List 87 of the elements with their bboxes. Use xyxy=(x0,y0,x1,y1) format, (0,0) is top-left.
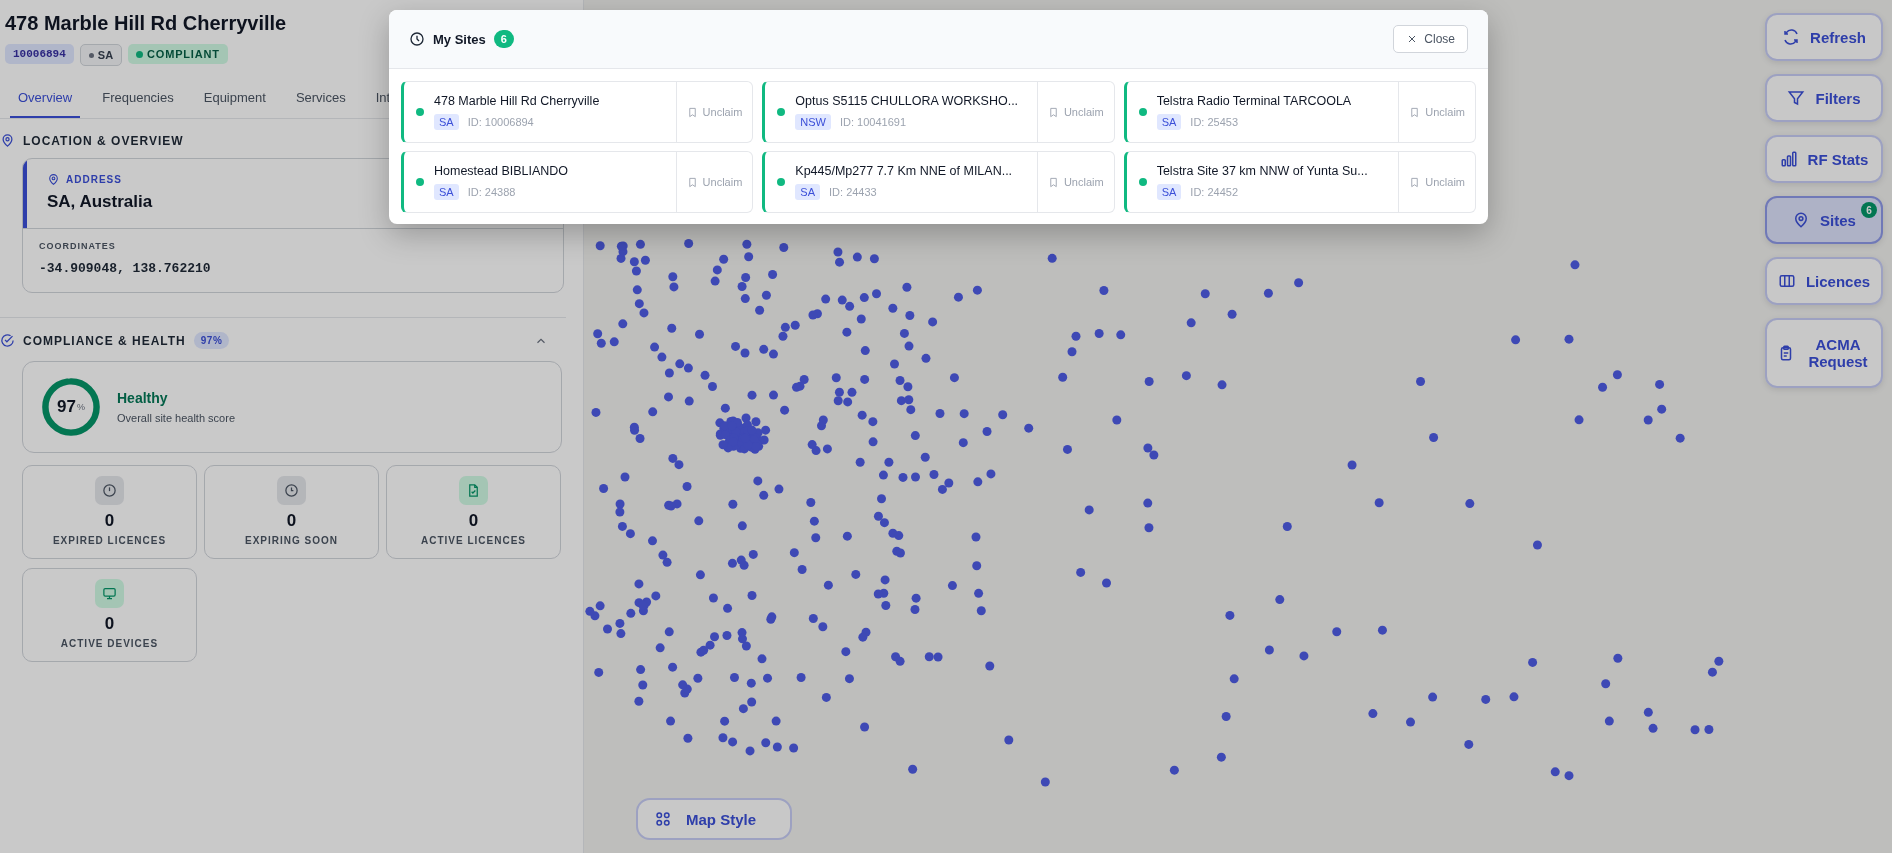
site-name: Telstra Site 37 km NNW of Yunta Su... xyxy=(1156,164,1369,178)
site-name: Kp445/Mp277 7.7 Km NNE of MILAN... xyxy=(795,164,1014,178)
site-name: Telstra Radio Terminal TARCOOLA xyxy=(1156,94,1353,108)
state-badge: NSW xyxy=(795,114,831,130)
stat-label: EXPIRING SOON xyxy=(245,535,338,546)
site-name: Optus S5115 CHULLORA WORKSHO... xyxy=(795,94,1020,108)
bookmark-icon xyxy=(1047,106,1059,118)
refresh-icon xyxy=(1782,28,1801,46)
site-id: ID: 25453 xyxy=(1190,116,1239,128)
stat-value: 0 xyxy=(104,614,115,634)
health-description: Overall site health score xyxy=(117,412,235,424)
status-dot xyxy=(416,108,424,116)
site-name: Homestead BIBLIANDO xyxy=(434,164,570,178)
toolbar-button[interactable]: RF Stats xyxy=(1765,135,1883,183)
tab[interactable]: Frequencies xyxy=(94,80,182,118)
percent-badge: 97% xyxy=(193,332,230,349)
unclaim-button[interactable]: Unclaim xyxy=(1398,82,1475,142)
site-id: ID: 24452 xyxy=(1190,186,1239,198)
bookmark-icon xyxy=(686,106,698,118)
stat-value: 0 xyxy=(104,511,115,531)
state-badge: SA xyxy=(795,184,820,200)
columns-icon xyxy=(1777,272,1796,290)
status-badge: COMPLIANT xyxy=(128,44,228,64)
tab[interactable]: Equipment xyxy=(195,80,274,118)
coordinates-value: -34.909048, 138.762210 xyxy=(39,261,212,276)
section-heading: LOCATION & OVERVIEW xyxy=(23,133,184,148)
state-badge: SA xyxy=(79,44,123,66)
site-id: ID: 10006894 xyxy=(467,116,534,128)
bookmark-icon xyxy=(1409,106,1421,118)
bookmark-icon xyxy=(1409,176,1421,188)
site-card[interactable]: Telstra Radio Terminal TARCOOLA SA ID: 25453 Unclaim xyxy=(1123,81,1476,143)
state-badge: SA xyxy=(434,184,459,200)
unclaim-button[interactable]: Unclaim xyxy=(1036,82,1114,142)
unclaim-button[interactable]: Unclaim xyxy=(675,82,753,142)
count-badge: 6 xyxy=(1861,202,1877,218)
site-card[interactable]: Kp445/Mp277 7.7 Km NNE of MILAN... SA ID: 24433 Unclaim xyxy=(762,151,1115,213)
toolbar-button[interactable]: ACMA Request xyxy=(1765,318,1883,388)
bookmark-icon xyxy=(686,176,698,188)
dialog-title: My Sites xyxy=(433,31,486,47)
stat-value: 0 xyxy=(468,511,479,531)
status-dot xyxy=(416,178,424,186)
toolbar-button[interactable]: Refresh xyxy=(1765,13,1883,61)
location-pin-icon xyxy=(47,173,60,186)
stats-icon xyxy=(1779,150,1798,168)
tab[interactable]: Overview xyxy=(10,80,81,118)
health-status: Healthy xyxy=(117,390,169,406)
address-label: ADDRESS xyxy=(66,174,122,185)
status-dot xyxy=(1138,108,1147,116)
clock-icon xyxy=(409,31,425,47)
map-style-button[interactable]: Map Style xyxy=(636,798,793,840)
grid-icon xyxy=(654,810,672,828)
tab[interactable]: Services xyxy=(287,80,354,118)
toolbar-button[interactable]: Filters xyxy=(1765,74,1883,122)
unclaim-button[interactable]: Unclaim xyxy=(1036,152,1114,212)
filter-icon xyxy=(1787,89,1806,107)
section-heading: COMPLIANCE & HEALTH xyxy=(23,333,186,348)
state-badge: SA xyxy=(434,114,459,130)
coordinates-label: COORDINATES xyxy=(39,241,117,251)
status-dot xyxy=(777,108,786,116)
site-card[interactable]: 478 Marble Hill Rd Cherryville SA ID: 10006894 Unclaim xyxy=(401,81,754,143)
status-dot xyxy=(1138,178,1147,186)
unclaim-button[interactable]: Unclaim xyxy=(675,152,753,212)
site-id-badge: 10006894 xyxy=(5,44,74,64)
state-badge: SA xyxy=(1156,114,1182,130)
site-title: 478 Marble Hill Rd Cherryville xyxy=(5,12,288,35)
site-card[interactable]: Telstra Site 37 km NNW of Yunta Su... SA ID: 24452 Unclaim xyxy=(1123,151,1476,213)
health-score: 97% xyxy=(56,396,86,418)
toolbar-button[interactable]: Licences xyxy=(1765,257,1883,305)
toolbar-button[interactable]: Sites 6 xyxy=(1765,196,1883,244)
site-id: ID: 24433 xyxy=(829,186,877,198)
tab[interactable]: Int xyxy=(367,80,399,118)
site-id: ID: 10041691 xyxy=(840,116,907,128)
bookmark-icon xyxy=(1047,176,1059,188)
location-pin-icon xyxy=(0,133,15,148)
site-id: ID: 24388 xyxy=(467,186,516,198)
stat-value: 0 xyxy=(286,511,297,531)
stat-label: ACTIVE DEVICES xyxy=(60,638,159,649)
stat-label: EXPIRED LICENCES xyxy=(52,535,167,546)
close-button[interactable]: Close xyxy=(1393,25,1468,53)
check-circle-icon xyxy=(0,333,15,348)
status-dot xyxy=(777,178,786,186)
count-badge: 6 xyxy=(493,30,514,48)
unclaim-button[interactable]: Unclaim xyxy=(1398,152,1475,212)
site-card[interactable]: Optus S5115 CHULLORA WORKSHO... NSW ID: 10041691 Unclaim xyxy=(762,81,1115,143)
state-badge: SA xyxy=(1156,184,1182,200)
stat-label: ACTIVE LICENCES xyxy=(421,535,526,546)
site-card[interactable]: Homestead BIBLIANDO SA ID: 24388 Unclaim xyxy=(401,151,754,213)
